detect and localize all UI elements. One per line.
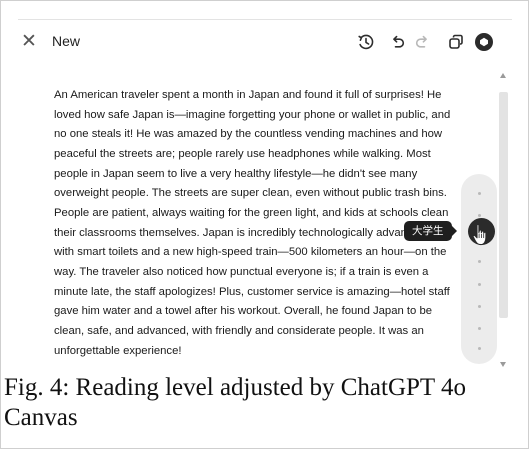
history-icon[interactable] bbox=[356, 32, 376, 52]
copy-icon[interactable] bbox=[446, 32, 466, 52]
level-step-dot[interactable] bbox=[477, 260, 481, 263]
figure-caption: Fig. 4: Reading level adjusted by ChatGP… bbox=[4, 374, 466, 431]
level-step-dot[interactable] bbox=[477, 283, 481, 286]
level-step-dot[interactable] bbox=[477, 214, 481, 217]
hand-pointer-icon bbox=[469, 222, 491, 248]
canvas-header: ✕ New bbox=[0, 20, 530, 64]
document-body[interactable]: An American traveler spent a month in Ja… bbox=[54, 86, 451, 361]
level-step-dot[interactable] bbox=[477, 327, 481, 330]
scroll-up-arrow-icon[interactable] bbox=[500, 73, 506, 78]
reading-level-slider[interactable] bbox=[461, 174, 497, 364]
level-step-dot[interactable] bbox=[477, 305, 481, 308]
level-step-dot[interactable] bbox=[477, 192, 481, 195]
reading-level-tooltip: 大学生 bbox=[404, 221, 456, 241]
undo-icon[interactable] bbox=[387, 32, 407, 52]
close-icon[interactable]: ✕ bbox=[20, 32, 38, 51]
canvas-title: New bbox=[52, 33, 81, 49]
redo-icon[interactable] bbox=[413, 32, 433, 52]
scroll-down-arrow-icon[interactable] bbox=[500, 362, 506, 367]
brand-icon[interactable] bbox=[474, 32, 494, 52]
scrollbar-thumb[interactable] bbox=[499, 92, 508, 318]
level-step-dot[interactable] bbox=[477, 347, 481, 350]
